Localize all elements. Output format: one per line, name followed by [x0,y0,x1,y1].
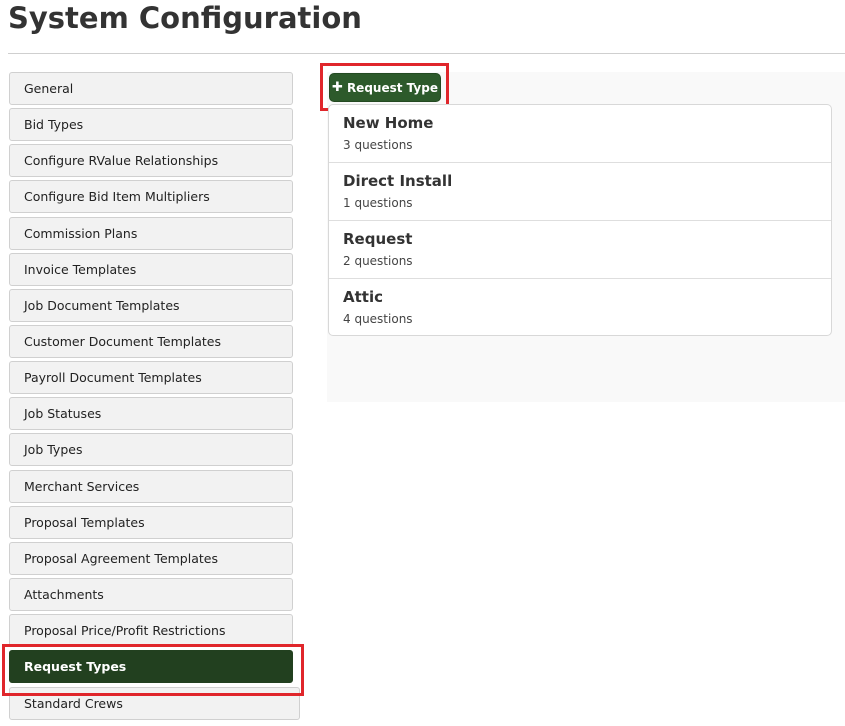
sidebar-item-job-document-templates[interactable]: Job Document Templates [9,289,293,322]
plus-icon: ✚ [332,80,343,95]
sidebar-item-general[interactable]: General [9,72,293,105]
request-type-name: Attic [343,288,383,306]
request-type-item-new-home[interactable]: New Home 3 questions [329,105,831,163]
sidebar-item-customer-document-templates[interactable]: Customer Document Templates [9,325,293,358]
sidebar-item-payroll-document-templates[interactable]: Payroll Document Templates [9,361,293,394]
request-type-list: New Home 3 questions Direct Install 1 qu… [328,104,832,336]
sidebar-item-configure-rvalue-relationships[interactable]: Configure RValue Relationships [9,144,293,177]
sidebar-item-job-types[interactable]: Job Types [9,433,293,466]
request-type-item-request[interactable]: Request 2 questions [329,220,831,278]
sidebar-item-configure-bid-item-multipliers[interactable]: Configure Bid Item Multipliers [9,180,293,213]
page-title: System Configuration [8,1,362,35]
request-type-name: Request [343,230,413,248]
request-type-name: Direct Install [343,172,453,190]
title-divider [8,53,845,54]
sidebar-item-merchant-services[interactable]: Merchant Services [9,470,293,503]
sidebar-item-proposal-templates[interactable]: Proposal Templates [9,506,293,539]
question-count: 2 questions [343,254,413,268]
add-request-type-button[interactable]: ✚ Request Type [329,73,441,102]
sidebar-item-invoice-templates[interactable]: Invoice Templates [9,253,293,286]
sidebar-item-attachments[interactable]: Attachments [9,578,293,611]
sidebar-item-bid-types[interactable]: Bid Types [9,108,293,141]
request-type-item-attic[interactable]: Attic 4 questions [329,278,831,335]
request-type-name: New Home [343,114,434,132]
add-button-label: Request Type [346,80,438,95]
sidebar-item-commission-plans[interactable]: Commission Plans [9,217,293,250]
question-count: 4 questions [343,312,413,326]
sidebar-item-proposal-agreement-templates[interactable]: Proposal Agreement Templates [9,542,293,575]
sidebar-item-standard-crews[interactable]: Standard Crews [9,687,300,720]
sidebar-item-proposal-price-profit-restrictions[interactable]: Proposal Price/Profit Restrictions [9,614,293,647]
sidebar-item-job-statuses[interactable]: Job Statuses [9,397,293,430]
question-count: 3 questions [343,138,413,152]
request-type-item-direct-install[interactable]: Direct Install 1 questions [329,162,831,220]
question-count: 1 questions [343,196,413,210]
sidebar-item-request-types[interactable]: Request Types [9,650,293,683]
